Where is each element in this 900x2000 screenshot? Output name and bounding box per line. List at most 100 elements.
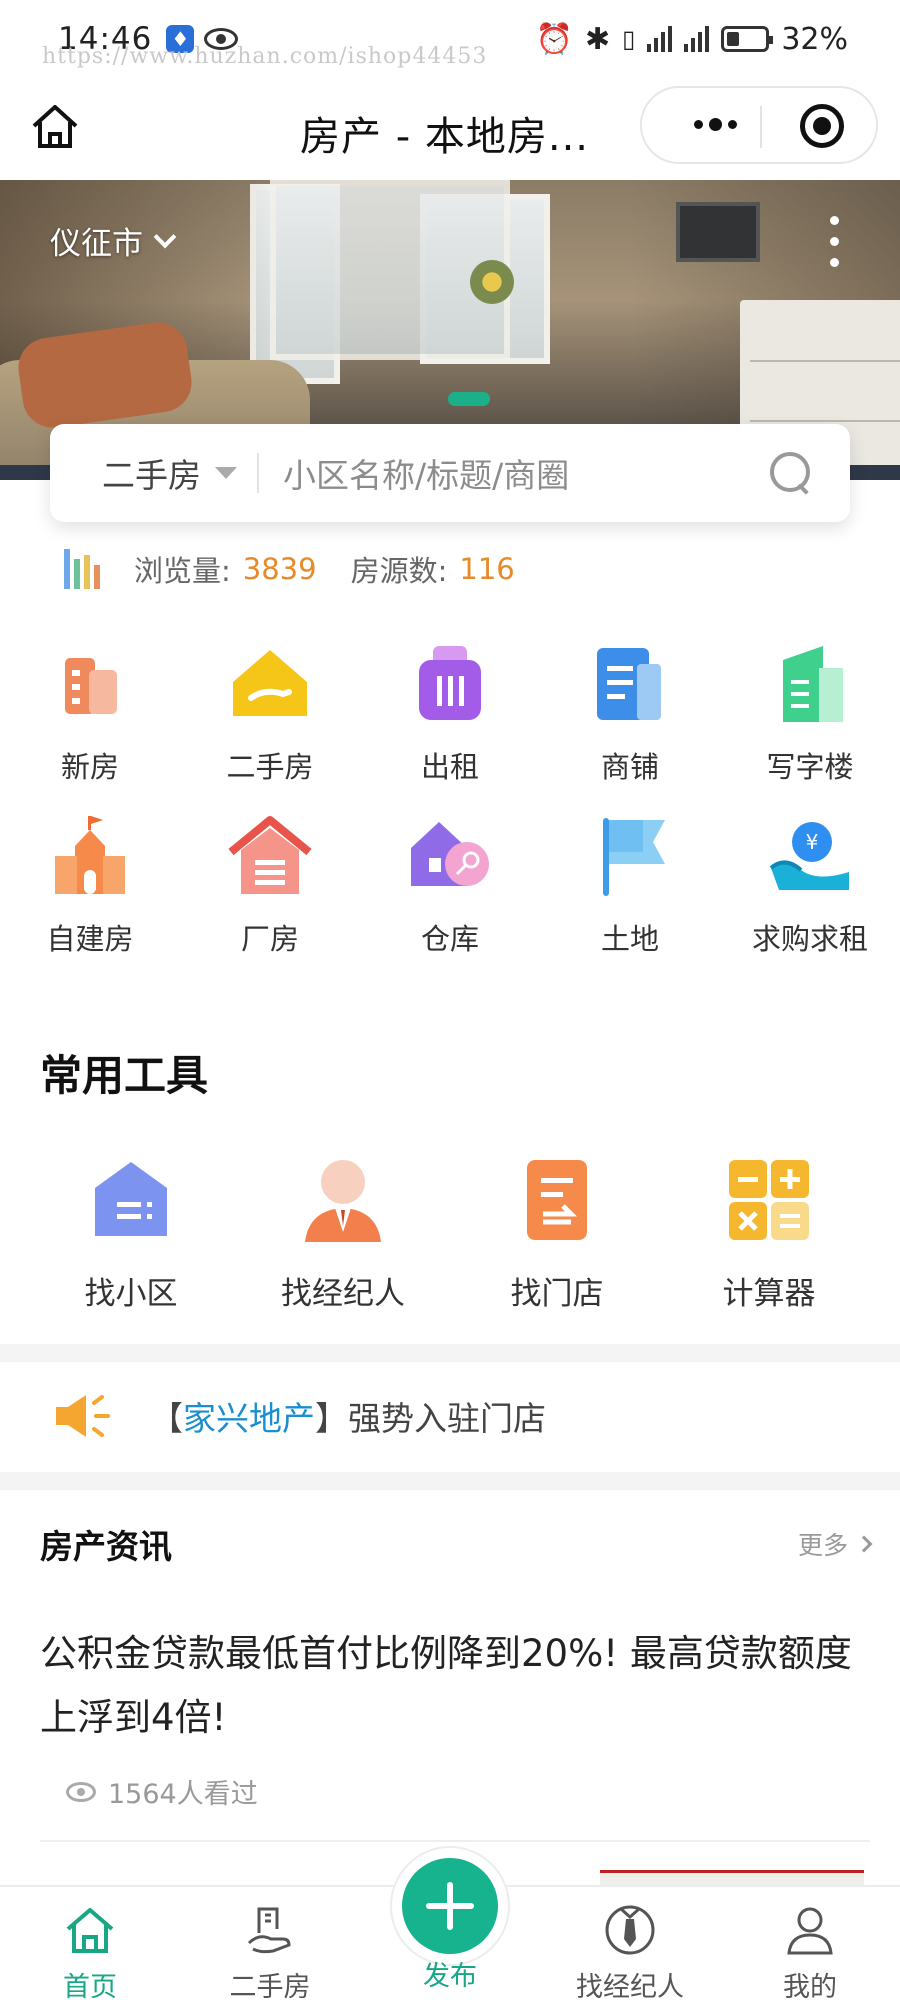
category-rent[interactable]: 出租: [360, 640, 540, 786]
close-program-icon[interactable]: [800, 104, 844, 148]
tab-mine[interactable]: 我的: [720, 1887, 900, 2000]
tool-find-agent[interactable]: 找经纪人: [238, 1152, 448, 1313]
signal-icon: [647, 26, 673, 52]
tab-label: 我的: [783, 1972, 837, 2000]
section-separator: [0, 1472, 900, 1490]
category-second-hand[interactable]: 二手房: [180, 640, 360, 786]
tool-label: 找门店: [510, 1276, 604, 1312]
mini-program-navbar: 房产 - 本地房...: [0, 82, 900, 174]
search-icon[interactable]: [770, 452, 812, 494]
category-warehouse[interactable]: 仓库: [360, 812, 540, 958]
office-building-icon: [765, 640, 855, 730]
stats-chart-icon: [64, 549, 100, 589]
city-name: 仪征市: [50, 226, 143, 262]
banner-tv: [676, 202, 760, 262]
notice-text: 【家兴地产】强势入驻门店: [150, 1392, 546, 1440]
category-label: 商铺: [600, 750, 659, 784]
tool-label: 找经纪人: [281, 1276, 405, 1312]
category-label: 仓库: [420, 922, 479, 956]
category-land[interactable]: 土地: [540, 812, 720, 958]
category-new-house[interactable]: 新房: [0, 640, 180, 786]
article-views-count: 1564人看过: [108, 1779, 258, 1810]
article-divider: [40, 1840, 870, 1842]
vibrate-icon: ▯: [622, 25, 636, 53]
eye-icon: [66, 1781, 96, 1802]
community-icon: [83, 1152, 179, 1248]
listings-label: 房源数:: [350, 554, 448, 588]
signal-icon-2: [684, 26, 710, 52]
tab-publish-label[interactable]: 发布: [390, 1954, 510, 1993]
factory-icon: [225, 812, 315, 902]
notice-bar[interactable]: 【家兴地产】强势入驻门店: [0, 1362, 900, 1470]
category-factory[interactable]: 厂房: [180, 812, 360, 958]
plus-icon[interactable]: [402, 1858, 498, 1954]
city-selector[interactable]: 仪征市: [50, 218, 177, 263]
chevron-right-icon: [855, 1535, 873, 1553]
chevron-down-icon: [153, 225, 177, 248]
notice-bracket-open: 【: [150, 1399, 183, 1438]
user-icon: [783, 1903, 837, 1957]
alarm-icon: ⏰: [535, 21, 573, 57]
second-hand-house-icon: [225, 640, 315, 730]
megaphone-icon: [54, 1391, 110, 1441]
tool-find-store[interactable]: 找门店: [452, 1152, 662, 1313]
home-icon[interactable]: [28, 100, 82, 154]
category-self-built[interactable]: 自建房: [0, 812, 180, 958]
tab-second-hand[interactable]: 二手房: [180, 1887, 360, 2000]
search-divider: [257, 453, 259, 493]
search-type-dropdown[interactable]: 二手房: [102, 449, 237, 497]
tab-home[interactable]: 首页: [0, 1887, 180, 2000]
capsule-menu: [640, 86, 878, 164]
rent-icon: [405, 640, 495, 730]
news-more-link[interactable]: 更多: [797, 1526, 873, 1562]
svg-text:¥: ¥: [806, 830, 819, 854]
status-right: ⏰ ✱ ▯ 32%: [536, 22, 848, 57]
notice-message: 强势入驻门店: [348, 1399, 546, 1438]
tool-label: 计算器: [722, 1276, 816, 1312]
news-article-partial[interactable]: [40, 1862, 600, 1886]
search-type-label: 二手房: [102, 456, 201, 495]
tab-find-agent[interactable]: 找经纪人: [540, 1887, 720, 2000]
tool-find-community[interactable]: 找小区: [26, 1152, 236, 1313]
category-label: 出租: [420, 750, 479, 784]
tab-label: 找经纪人: [576, 1972, 684, 2000]
listings-count: 116: [459, 552, 515, 586]
tool-calculator[interactable]: 计算器: [664, 1152, 874, 1313]
notice-brand-link[interactable]: 家兴地产: [183, 1399, 315, 1438]
category-label: 厂房: [240, 922, 299, 956]
caret-down-icon: [215, 467, 237, 479]
battery-percent: 32%: [781, 21, 848, 57]
tool-label: 找小区: [84, 1276, 178, 1312]
land-flag-icon: [585, 812, 675, 902]
article-views: 1564人看过: [66, 1772, 258, 1811]
battery-icon: [721, 26, 774, 52]
more-icon[interactable]: [694, 118, 737, 131]
views-count: 3839: [242, 552, 317, 586]
tab-label: 二手房: [229, 1972, 311, 2000]
agent-icon: [295, 1152, 391, 1248]
buy-rent-request-icon: ¥: [765, 812, 855, 902]
news-article-title[interactable]: 公积金贷款最低首付比例降到20%! 最高贷款额度上浮到4倍!: [40, 1622, 870, 1750]
calculator-icon: [721, 1152, 817, 1248]
category-label: 写字楼: [766, 750, 854, 784]
category-office[interactable]: 写字楼: [720, 640, 900, 786]
category-shop[interactable]: 商铺: [540, 640, 720, 786]
search-input[interactable]: 小区名称/标题/商圈: [283, 449, 770, 497]
new-house-icon: [45, 640, 135, 730]
category-buy-rent[interactable]: ¥ 求购求租: [720, 812, 900, 958]
more-label: 更多: [797, 1531, 848, 1560]
news-header: 房产资讯 更多: [40, 1520, 873, 1568]
home-icon: [63, 1903, 117, 1957]
tools-title: 常用工具: [40, 1051, 209, 1100]
category-label: 土地: [600, 922, 659, 956]
banner-plant: [470, 260, 514, 304]
more-vertical-icon[interactable]: [830, 216, 839, 267]
category-label: 新房: [60, 750, 119, 784]
views-label: 浏览量:: [134, 554, 231, 588]
category-label: 二手房: [226, 750, 314, 784]
search-bar: 二手房 小区名称/标题/商圈: [50, 424, 850, 522]
news-title: 房产资讯: [40, 1527, 172, 1566]
agent-tie-icon: [603, 1903, 657, 1957]
bluetooth-icon: ✱: [584, 21, 611, 57]
carousel-indicator: [448, 392, 490, 406]
